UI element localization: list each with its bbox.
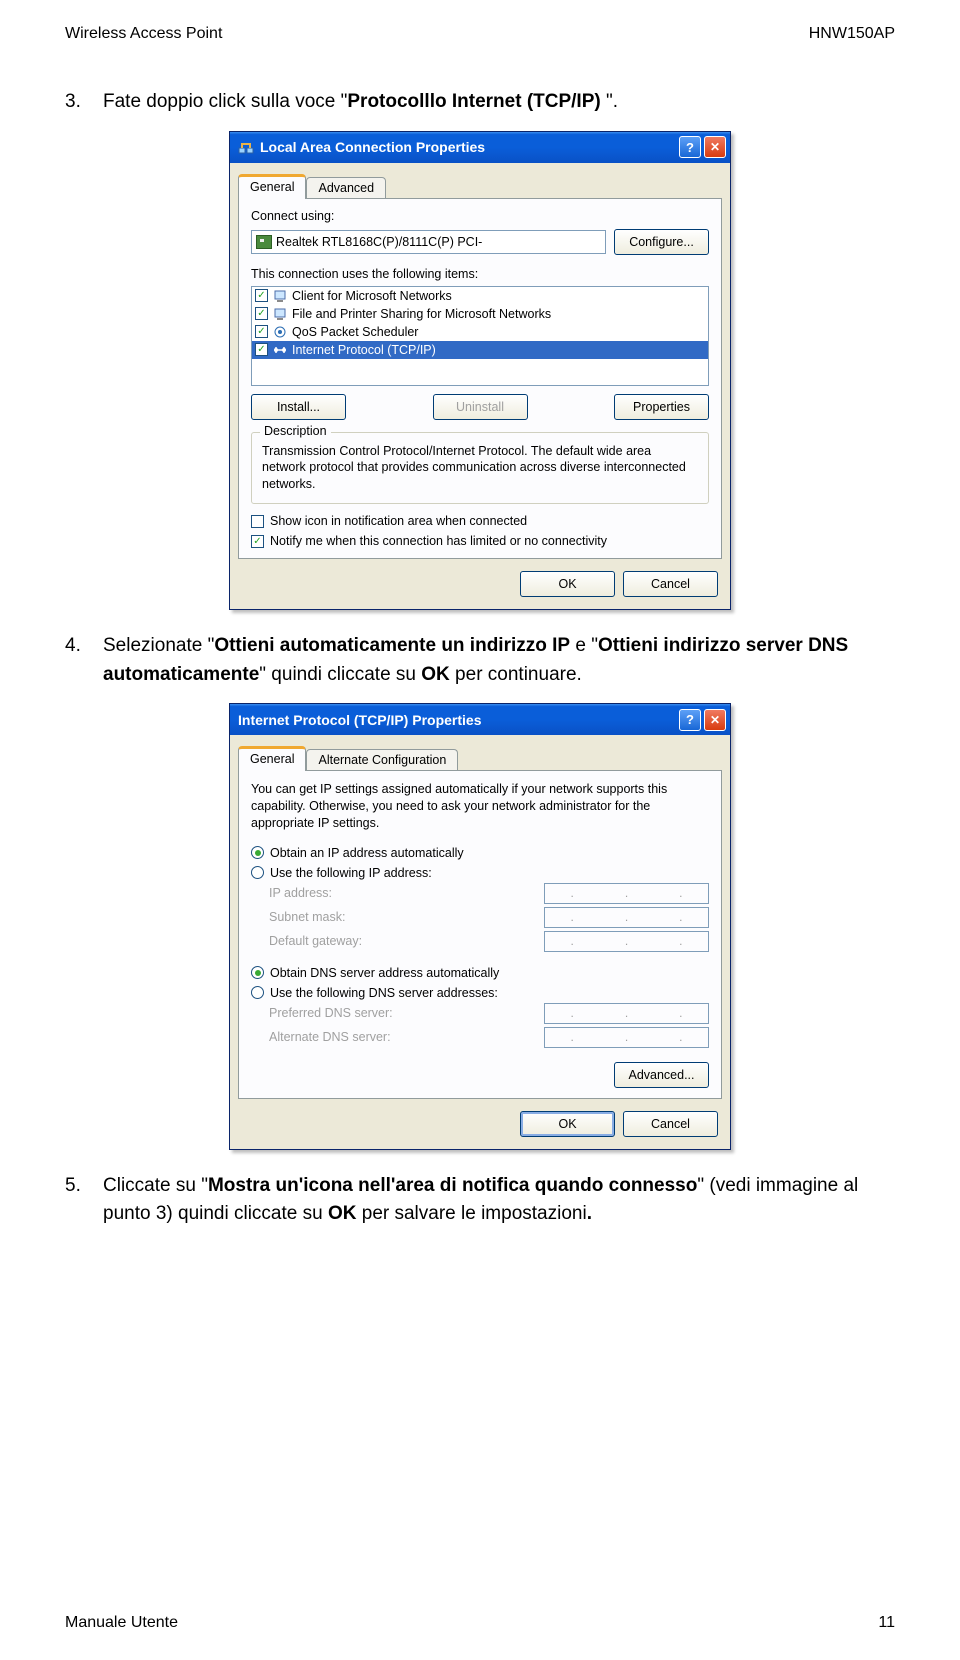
obtain-dns-auto-row[interactable]: Obtain DNS server address automatically [251,966,709,980]
step4-text: Selezionate "Ottieni automaticamente un … [103,632,895,689]
client-icon [272,288,288,304]
list-item[interactable]: ✓ QoS Packet Scheduler [252,323,708,341]
install-button[interactable]: Install... [251,394,346,420]
notify-limited-row[interactable]: ✓ Notify me when this connection has lim… [251,534,709,548]
step5-num: 5. [65,1172,103,1229]
connect-using-label: Connect using: [251,209,709,223]
titlebar[interactable]: Local Area Connection Properties ? ✕ [230,132,730,163]
tcpip-properties-dialog: Internet Protocol (TCP/IP) Properties ? … [229,703,731,1150]
obtain-ip-auto-row[interactable]: Obtain an IP address automatically [251,846,709,860]
checkbox-icon[interactable]: ✓ [255,289,268,302]
step5-text: Cliccate su "Mostra un'icona nell'area d… [103,1172,895,1229]
show-icon-row[interactable]: ✓ Show icon in notification area when co… [251,514,709,528]
alt-dns-field: ... [544,1027,709,1048]
close-button[interactable]: ✕ [704,709,726,731]
gateway-field: ... [544,931,709,952]
cancel-button[interactable]: Cancel [623,571,718,597]
dialog-title: Local Area Connection Properties [260,139,485,155]
description-label: Description [260,424,331,438]
checkbox-icon[interactable]: ✓ [255,343,268,356]
dialog-title: Internet Protocol (TCP/IP) Properties [238,712,481,728]
uninstall-button: Uninstall [433,394,528,420]
alt-dns-label: Alternate DNS server: [269,1030,391,1044]
radio-icon[interactable] [251,866,264,879]
nic-icon [256,234,272,250]
use-ip-row[interactable]: Use the following IP address: [251,866,709,880]
help-button[interactable]: ? [679,709,701,731]
doc-header-right: HNW150AP [809,25,895,43]
tcpip-icon [272,342,288,358]
list-item[interactable]: ✓ Client for Microsoft Networks [252,287,708,305]
tab-general[interactable]: General [238,746,306,771]
radio-icon[interactable] [251,966,264,979]
tab-alternate[interactable]: Alternate Configuration [306,749,458,770]
step3-text: Fate doppio click sulla voce "Protocolll… [103,88,895,117]
tab-general[interactable]: General [238,174,306,199]
help-button[interactable]: ? [679,136,701,158]
ok-button[interactable]: OK [520,571,615,597]
configure-button[interactable]: Configure... [614,229,709,255]
step3-num: 3. [65,88,103,117]
close-button[interactable]: ✕ [704,136,726,158]
ip-field: ... [544,883,709,904]
pref-dns-label: Preferred DNS server: [269,1006,393,1020]
cancel-button[interactable]: Cancel [623,1111,718,1137]
ok-button[interactable]: OK [520,1111,615,1137]
list-item-selected[interactable]: ✓ Internet Protocol (TCP/IP) [252,341,708,359]
tab-advanced[interactable]: Advanced [306,177,386,198]
radio-icon[interactable] [251,986,264,999]
checkbox-icon[interactable]: ✓ [255,307,268,320]
footer-left: Manuale Utente [65,1614,178,1632]
doc-header-left: Wireless Access Point [65,25,222,43]
lan-properties-dialog: Local Area Connection Properties ? ✕ Gen… [229,131,731,611]
items-label: This connection uses the following items… [251,267,709,281]
advanced-button[interactable]: Advanced... [614,1062,709,1088]
footer-right: 11 [878,1614,895,1632]
list-item[interactable]: ✓ File and Printer Sharing for Microsoft… [252,305,708,323]
connection-icon [238,139,254,155]
subnet-field: ... [544,907,709,928]
intro-text: You can get IP settings assigned automat… [251,781,709,832]
checkbox-icon[interactable]: ✓ [251,535,264,548]
gateway-label: Default gateway: [269,934,362,948]
adapter-field[interactable]: Realtek RTL8168C(P)/8111C(P) PCI- [251,230,606,254]
properties-button[interactable]: Properties [614,394,709,420]
checkbox-icon[interactable]: ✓ [251,515,264,528]
titlebar[interactable]: Internet Protocol (TCP/IP) Properties ? … [230,704,730,735]
use-dns-row[interactable]: Use the following DNS server addresses: [251,986,709,1000]
sharing-icon [272,306,288,322]
description-text: Transmission Control Protocol/Internet P… [262,443,698,494]
step4-num: 4. [65,632,103,689]
qos-icon [272,324,288,340]
items-listbox[interactable]: ✓ Client for Microsoft Networks ✓ File a… [251,286,709,386]
subnet-label: Subnet mask: [269,910,345,924]
checkbox-icon[interactable]: ✓ [255,325,268,338]
pref-dns-field: ... [544,1003,709,1024]
ip-label: IP address: [269,886,332,900]
radio-icon[interactable] [251,846,264,859]
